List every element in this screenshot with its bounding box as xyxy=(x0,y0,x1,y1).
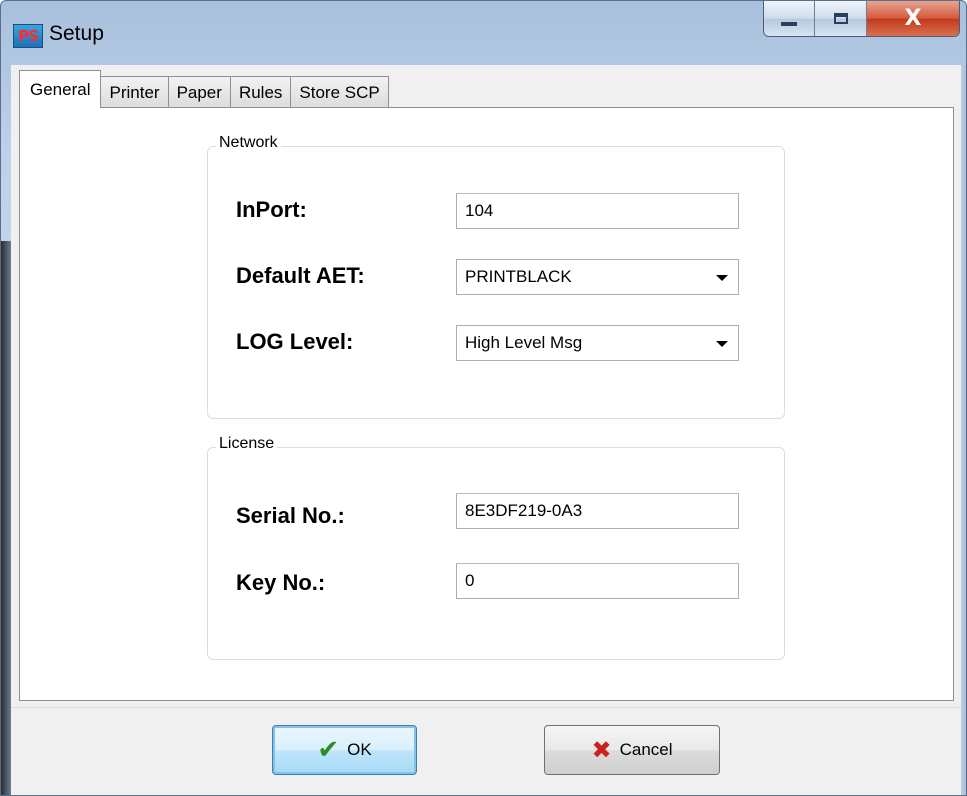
log-level-value: High Level Msg xyxy=(465,333,583,352)
serial-no-label: Serial No.: xyxy=(236,503,345,528)
serial-no-field[interactable]: 8E3DF219-0A3 xyxy=(456,493,739,529)
maximize-button[interactable] xyxy=(815,1,867,36)
network-group: Network InPort: 104 Default AET: PRINTBL… xyxy=(207,134,785,419)
license-group-legend: License xyxy=(216,435,278,453)
ok-button[interactable]: ✔ OK xyxy=(272,725,417,775)
minimize-button[interactable] xyxy=(764,1,816,36)
close-button[interactable]: X xyxy=(866,1,959,36)
chevron-down-icon[interactable] xyxy=(716,275,728,281)
caption-buttons: X xyxy=(763,1,960,37)
general-tab-page: Network InPort: 104 Default AET: PRINTBL… xyxy=(19,107,954,701)
checkmark-icon: ✔ xyxy=(317,735,340,765)
window-shadow xyxy=(1,241,11,795)
default-aet-value: PRINTBLACK xyxy=(465,267,572,286)
tab-store-scp[interactable]: Store SCP xyxy=(290,76,389,108)
key-no-input[interactable]: 0 xyxy=(456,563,739,599)
app-icon: PS xyxy=(13,24,43,48)
window-right-border xyxy=(961,65,966,795)
chevron-down-icon[interactable] xyxy=(716,341,728,347)
minimize-icon xyxy=(781,21,798,26)
title-bar[interactable]: PS Setup X xyxy=(1,1,966,65)
key-no-label: Key No.: xyxy=(236,570,326,595)
button-bar: ✔ OK ✖ Cancel xyxy=(11,707,961,795)
log-level-label: LOG Level: xyxy=(236,329,354,354)
cross-icon: ✖ xyxy=(591,736,612,764)
default-aet-label: Default AET: xyxy=(236,263,365,288)
inport-label: InPort: xyxy=(236,197,307,222)
tab-paper[interactable]: Paper xyxy=(167,76,231,108)
network-group-legend: Network xyxy=(216,134,281,152)
tab-general[interactable]: General xyxy=(19,70,102,108)
maximize-icon xyxy=(833,13,848,24)
close-icon: X xyxy=(904,6,922,31)
tab-strip: General Printer Paper Rules Store SCP xyxy=(19,70,389,108)
tab-rules[interactable]: Rules xyxy=(229,76,292,108)
cancel-button-label: Cancel xyxy=(619,740,673,759)
cancel-button[interactable]: ✖ Cancel xyxy=(544,725,720,775)
ok-button-label: OK xyxy=(347,740,372,759)
setup-window: PS Setup X General Printer Paper Rules S… xyxy=(0,0,967,796)
inport-input[interactable]: 104 xyxy=(456,193,739,229)
window-title: Setup xyxy=(49,22,104,45)
tab-printer[interactable]: Printer xyxy=(100,76,169,108)
log-level-dropdown[interactable]: High Level Msg xyxy=(456,325,739,361)
default-aet-dropdown[interactable]: PRINTBLACK xyxy=(456,259,739,295)
dialog-client-area: General Printer Paper Rules Store SCP Ne… xyxy=(11,65,961,795)
license-group: License Serial No.: 8E3DF219-0A3 Key No.… xyxy=(207,435,785,660)
